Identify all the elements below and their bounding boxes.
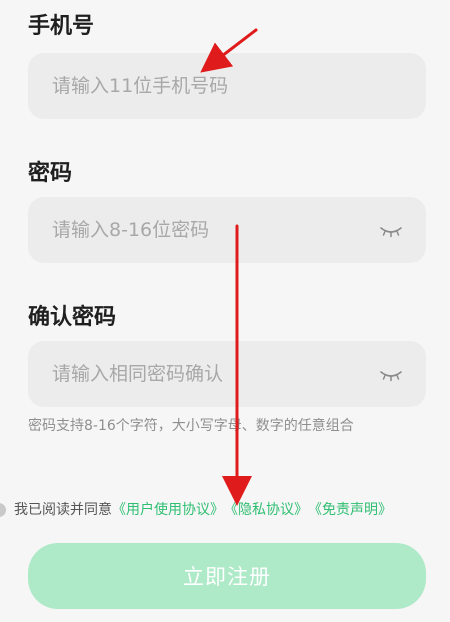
agreement-radio[interactable] xyxy=(0,503,6,517)
password-input[interactable] xyxy=(52,197,372,263)
phone-input[interactable] xyxy=(52,53,372,119)
eye-closed-icon[interactable] xyxy=(378,218,404,242)
agreement-row: 我已阅读并同意 《用户使用协议》 《隐私协议》 《免责声明》 xyxy=(0,500,392,520)
disclaimer-link[interactable]: 《免责声明》 xyxy=(308,503,392,517)
user-agreement-link[interactable]: 《用户使用协议》 xyxy=(112,503,224,517)
confirm-password-field[interactable] xyxy=(28,341,426,407)
password-hint: 密码支持8-16个字符，大小写字母、数字的任意组合 xyxy=(28,418,354,434)
eye-closed-icon[interactable] xyxy=(378,362,404,386)
agreement-text: 我已阅读并同意 xyxy=(14,502,112,518)
password-field[interactable] xyxy=(28,197,426,263)
confirm-password-input[interactable] xyxy=(52,341,372,407)
password-label: 密码 xyxy=(28,161,73,186)
privacy-agreement-link[interactable]: 《隐私协议》 xyxy=(224,503,308,517)
confirm-password-label: 确认密码 xyxy=(28,305,117,330)
register-button[interactable]: 立即注册 xyxy=(28,543,426,609)
phone-label: 手机号 xyxy=(28,14,95,39)
phone-field[interactable] xyxy=(28,53,426,119)
